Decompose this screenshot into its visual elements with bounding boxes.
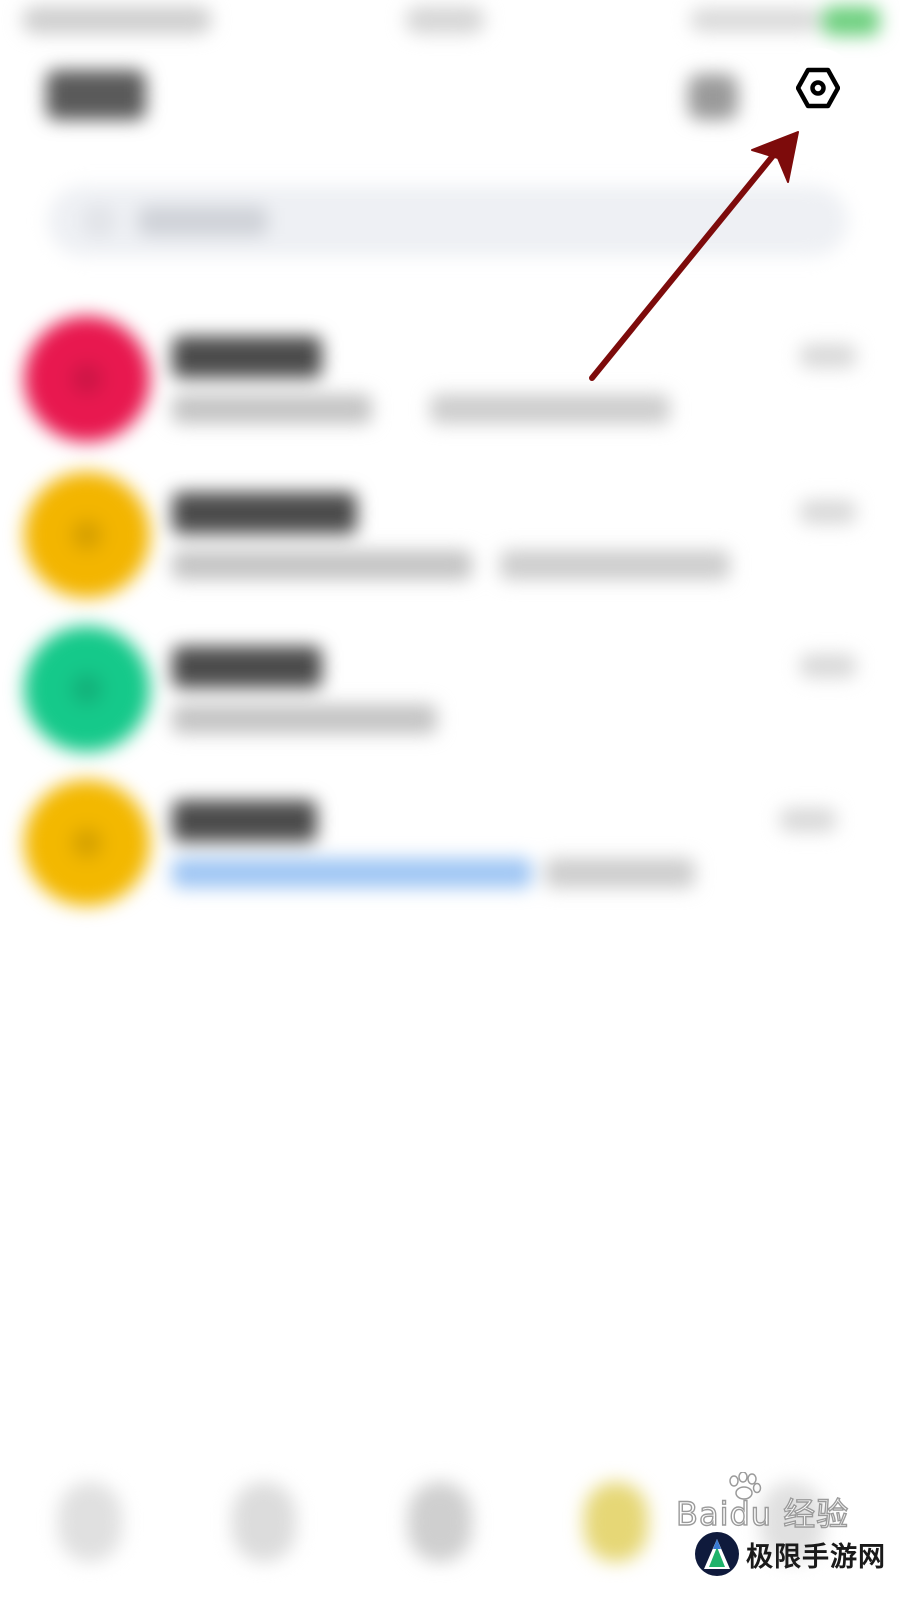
brand-watermark-text: 极限手游网 [746,1541,886,1573]
conversation-preview [172,394,372,424]
tab-messages[interactable] [584,1482,648,1562]
avatar-green-icon [24,626,150,752]
status-time [405,6,485,34]
conversation-title [172,646,322,688]
search-icon [86,208,112,234]
conversation-title [172,336,322,378]
page-title [46,70,146,120]
settings-button[interactable] [778,48,858,128]
settings-hex-nut-icon [796,67,840,109]
status-carrier [22,6,212,34]
header-action-button[interactable] [688,74,738,120]
conversation-time [800,654,856,678]
conversation-item[interactable] [0,462,900,612]
conversation-preview-extra [430,394,670,424]
tab-home[interactable] [58,1482,122,1562]
conversation-item[interactable] [0,306,900,456]
search-bar[interactable] [48,186,848,256]
conversation-time [800,500,856,524]
avatar-yellow-icon [24,472,150,598]
status-bar [0,0,900,48]
avatar-yellow-icon [24,780,150,906]
conversation-preview-extra [545,858,695,888]
conversation-time [780,808,836,832]
conversation-item[interactable] [0,770,900,920]
header [0,48,900,158]
tab-create[interactable] [408,1482,472,1562]
tab-discover[interactable] [232,1482,296,1562]
battery-icon [822,6,880,36]
avatar-red-icon [24,316,150,442]
messages-screen: Baidu 经验 极限手游网 [0,0,900,1600]
conversation-preview [172,704,437,734]
conversation-preview-extra [500,550,730,580]
conversation-time [800,344,856,368]
conversation-preview-link [172,858,532,888]
conversation-item[interactable] [0,616,900,766]
brand-logo-icon [695,1532,739,1576]
brand-watermark: 极限手游网 [694,1524,886,1584]
status-indicators [690,8,820,32]
conversation-preview [172,550,472,580]
conversation-title [172,800,317,842]
search-placeholder [138,206,268,236]
conversation-title [172,492,357,534]
